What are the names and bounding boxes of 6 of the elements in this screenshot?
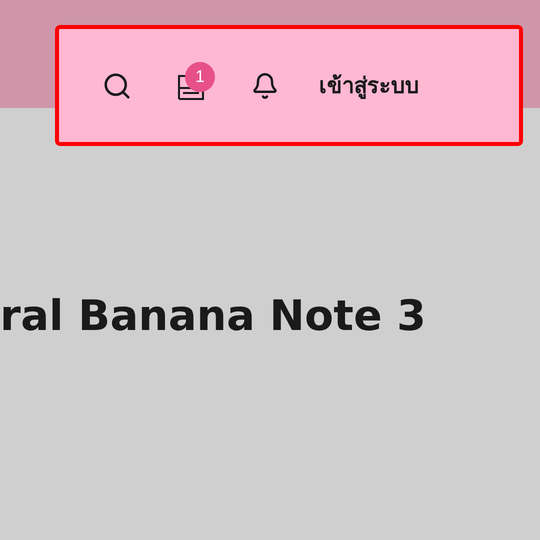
login-link[interactable]: เข้าสู่ระบบ	[319, 68, 419, 103]
page-title: ral Banana Note 3	[0, 290, 427, 340]
cart-button[interactable]: 1	[169, 64, 213, 108]
cart-count-badge: 1	[185, 62, 215, 92]
bell-icon	[251, 72, 279, 100]
search-icon	[102, 70, 132, 100]
